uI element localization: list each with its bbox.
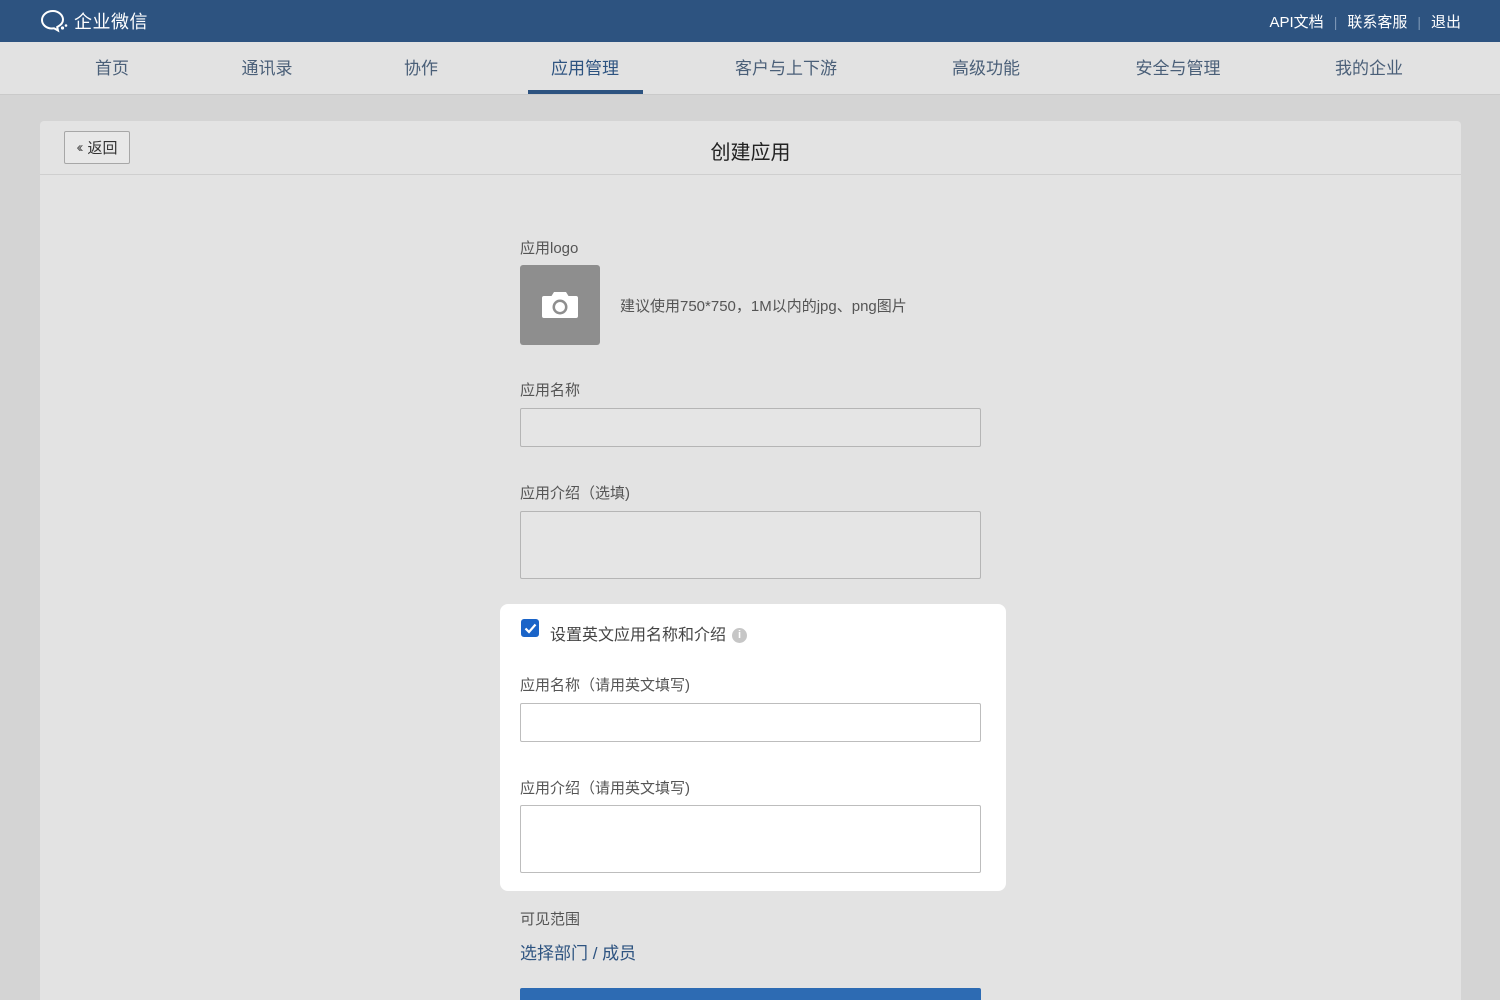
panel-header: ‹‹ 返回 创建应用 [40,121,1461,175]
logo-hint: 建议使用750*750，1M以内的jpg、png图片 [620,298,907,315]
api-docs-link[interactable]: API文档 [1270,11,1324,32]
app-intro-label: 应用介绍（选填) [520,485,630,502]
app-intro-textarea[interactable] [520,511,981,579]
wecom-logo-icon [40,8,70,34]
contact-support-link[interactable]: 联系客服 [1347,11,1407,32]
english-toggle-checkbox[interactable] [521,619,539,637]
english-toggle-label-row: 设置英文应用名称和介绍 i [550,621,748,645]
link-separator: | [1417,13,1421,30]
app-name-label: 应用名称 [520,382,581,399]
submit-button[interactable] [520,988,981,1000]
nav-item-app-management[interactable]: 应用管理 [551,42,619,95]
logout-link[interactable]: 退出 [1431,11,1461,32]
main-nav: 首页 通讯录 协作 应用管理 客户与上下游 高级功能 安全与管理 我的企业 [0,42,1500,95]
page-title: 创建应用 [710,142,791,164]
english-toggle-label: 设置英文应用名称和介绍 [550,627,727,644]
en-name-input[interactable] [520,703,981,742]
logo-label: 应用logo [520,240,579,257]
select-members-link[interactable]: 选择部门 / 成员 [520,939,636,964]
visibility-label: 可见范围 [520,911,581,928]
nav-item-my-company[interactable]: 我的企业 [1335,42,1403,95]
nav-item-collaboration[interactable]: 协作 [404,42,438,95]
brand[interactable]: 企业微信 [40,8,148,34]
nav-item-advanced[interactable]: 高级功能 [952,42,1020,95]
camera-icon [542,292,578,318]
en-name-label: 应用名称（请用英文填写) [520,677,690,694]
nav-item-customers[interactable]: 客户与上下游 [735,42,837,95]
brand-name: 企业微信 [74,12,148,32]
info-icon[interactable]: i [732,628,748,644]
link-separator: | [1333,13,1338,30]
active-tab-indicator [528,90,643,94]
nav-item-contacts[interactable]: 通讯录 [242,42,293,95]
checkmark-icon [524,623,536,634]
top-bar: 企业微信 API文档 | 联系客服 | 退出 [0,0,1500,42]
app-name-input[interactable] [520,408,981,447]
nav-item-home[interactable]: 首页 [95,42,129,95]
en-intro-label: 应用介绍（请用英文填写) [520,780,690,797]
en-intro-textarea[interactable] [520,805,981,873]
logo-upload-button[interactable] [520,265,600,345]
nav-item-security[interactable]: 安全与管理 [1136,42,1221,95]
top-links: API文档 | 联系客服 | 退出 [1270,11,1462,32]
